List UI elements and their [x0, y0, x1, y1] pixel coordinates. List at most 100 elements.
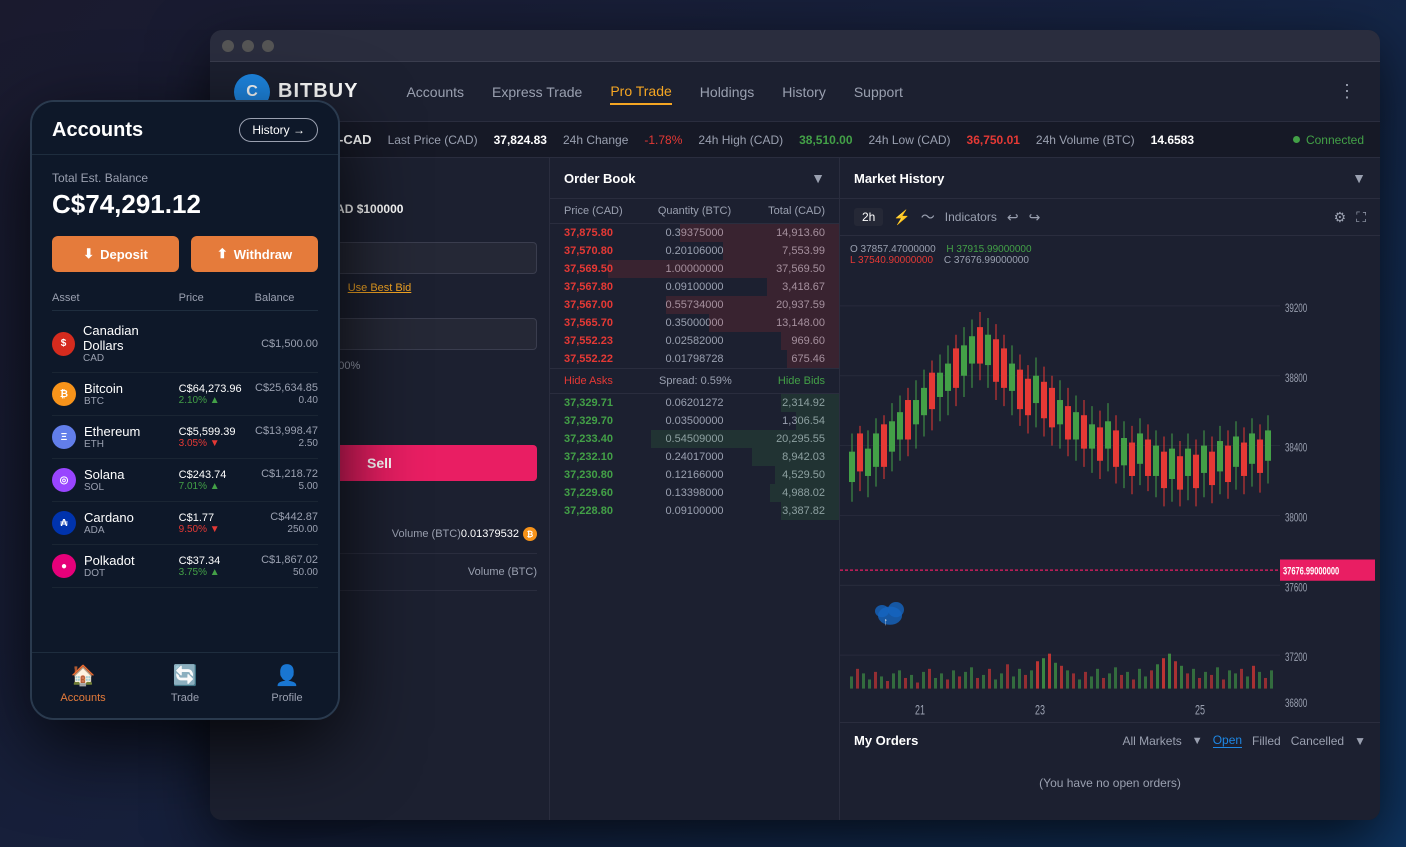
chart-wave-icon[interactable]: 〜 — [921, 207, 935, 227]
ob-col-qty: Quantity (BTC) — [651, 205, 738, 217]
nav-link-history[interactable]: History — [782, 80, 826, 104]
ada-change: 9.50% ▼ — [179, 524, 255, 535]
bid-price-4: 37,232.10 — [564, 451, 651, 463]
accounts-nav-label: Accounts — [60, 692, 105, 704]
my-orders-header: My Orders All Markets ▼ Open Filled Canc… — [854, 733, 1366, 748]
ohlc-high: H 37915.99000000 — [946, 244, 1031, 255]
chart-undo-icon[interactable]: ↩ — [1007, 209, 1019, 226]
ticker-last-price-label: Last Price (CAD) — [388, 133, 478, 147]
mobile-app-overlay: Accounts History → Total Est. Balance C$… — [30, 100, 340, 720]
svg-text:37676.99000000: 37676.99000000 — [1283, 565, 1339, 578]
chart-area: O 37857.47000000 H 37915.99000000 L 3754… — [840, 236, 1380, 722]
chart-fullscreen-icon[interactable]: ⛶ — [1356, 209, 1366, 226]
mobile-app-title: Accounts — [52, 119, 143, 142]
mobile-nav-trade[interactable]: 🔄 Trade — [134, 663, 236, 704]
svg-text:37200: 37200 — [1285, 652, 1307, 665]
btc-price: C$64,273.96 — [179, 383, 255, 395]
nav-link-pro-trade[interactable]: Pro Trade — [610, 79, 671, 105]
chart-chevron-icon[interactable]: ▼ — [1352, 170, 1366, 186]
nav-more-icon[interactable]: ⋮ — [1338, 81, 1356, 102]
withdraw-icon: ⬆ — [217, 246, 228, 262]
mobile-history-button[interactable]: History → — [239, 118, 318, 142]
volume-label-1: Volume (BTC) — [392, 528, 461, 540]
chart-title: Market History — [854, 171, 944, 186]
ada-symbol: ADA — [84, 525, 134, 536]
all-markets-btn[interactable]: All Markets — [1122, 734, 1181, 748]
ohlc-open: O 37857.47000000 — [850, 244, 936, 255]
ada-price-col: C$1.77 9.50% ▼ — [179, 512, 255, 535]
ada-icon: ₳ — [52, 511, 76, 535]
order-book-header: Order Book ▼ — [550, 158, 839, 199]
profile-nav-label: Profile — [271, 692, 302, 704]
chart-redo-icon[interactable]: ↪ — [1029, 209, 1041, 226]
mobile-withdraw-button[interactable]: ⬆ Withdraw — [191, 236, 318, 272]
svg-text:39200: 39200 — [1285, 302, 1307, 315]
ticker-last-price: 37,824.83 — [494, 133, 547, 147]
bid-price-5: 37,230.80 — [564, 469, 651, 481]
nav-link-holdings[interactable]: Holdings — [700, 80, 754, 104]
asset-row-btc: ₿ Bitcoin BTC C$64,273.96 2.10% ▲ C$25,6… — [52, 373, 318, 416]
eth-symbol: ETH — [84, 439, 140, 450]
dot-name: Polkadot — [84, 553, 135, 568]
chart-panel: Market History ▼ 2h ⚡ 〜 Indicators ↩ ↪ ⚙… — [840, 158, 1380, 820]
indicators-label: Indicators — [945, 210, 997, 224]
volume-row-1: Volume (BTC) 0.01379532 ₿ — [392, 521, 537, 547]
main-content: Limit Market Purchase Limit i CAD $10000… — [210, 158, 1380, 820]
asset-info-dot: ● Polkadot DOT — [52, 553, 179, 579]
bid-row-3: 37,233.40 0.54509000 20,295.55 — [550, 430, 839, 448]
svg-text:36800: 36800 — [1285, 697, 1307, 710]
ask-row-3: 37,569.50 1.00000000 37,569.50 — [550, 260, 839, 278]
my-orders-section: My Orders All Markets ▼ Open Filled Canc… — [840, 722, 1380, 820]
mobile-nav-accounts[interactable]: 🏠 Accounts — [32, 663, 134, 704]
asset-info-ada: ₳ Cardano ADA — [52, 510, 179, 536]
ask-qty-8: 0.01798728 — [651, 353, 738, 365]
btc-price-col: C$64,273.96 2.10% ▲ — [179, 383, 255, 406]
orders-tab-filled[interactable]: Filled — [1252, 734, 1281, 748]
order-book-chevron-icon[interactable]: ▼ — [811, 170, 825, 186]
asset-row-ada: ₳ Cardano ADA C$1.77 9.50% ▼ C$442.87250… — [52, 502, 318, 545]
eth-price: C$5,599.39 — [179, 426, 255, 438]
ask-row-4: 37,567.80 0.09100000 3,418.67 — [550, 278, 839, 296]
bid-price-3: 37,233.40 — [564, 433, 651, 445]
eth-name: Ethereum — [84, 424, 140, 439]
ask-price-4: 37,567.80 — [564, 281, 651, 293]
spread-row: Hide Asks Spread: 0.59% Hide Bids — [550, 368, 839, 394]
svg-text:37600: 37600 — [1285, 582, 1307, 595]
orders-tab-cancelled[interactable]: Cancelled — [1291, 734, 1344, 748]
browser-titlebar — [210, 30, 1380, 62]
ask-row-6: 37,565.70 0.35000000 13,148.00 — [550, 314, 839, 332]
bid-qty-6: 0.13398000 — [651, 487, 738, 499]
eth-icon: Ξ — [52, 425, 76, 449]
nav-link-accounts[interactable]: Accounts — [406, 80, 464, 104]
hide-bids-btn[interactable]: Hide Bids — [778, 375, 825, 387]
mobile-withdraw-label: Withdraw — [234, 247, 292, 262]
volume-row-2: Volume (BTC) — [468, 560, 537, 584]
chart-time-btn[interactable]: 2h — [854, 208, 883, 226]
svg-text:↑: ↑ — [884, 615, 887, 627]
deposit-icon: ⬇ — [83, 246, 94, 262]
chart-settings-icon[interactable]: ⚙ — [1334, 209, 1347, 226]
mobile-body: Total Est. Balance C$74,291.12 ⬇ Deposit… — [32, 155, 338, 604]
svg-text:38000: 38000 — [1285, 512, 1307, 525]
col-asset: Asset — [52, 292, 179, 304]
chart-type-icon[interactable]: ⚡ — [893, 209, 910, 226]
chart-ohlc: O 37857.47000000 H 37915.99000000 L 3754… — [850, 244, 1032, 266]
orderbook-headers: Price (CAD) Quantity (BTC) Total (CAD) — [550, 199, 839, 224]
mobile-nav-profile[interactable]: 👤 Profile — [236, 663, 338, 704]
volume-value-1: 0.01379532 ₿ — [461, 527, 537, 541]
hide-asks-btn[interactable]: Hide Asks — [564, 375, 613, 387]
connection-status: Connected — [1293, 133, 1364, 147]
nav-link-support[interactable]: Support — [854, 80, 903, 104]
ask-price-8: 37,552.22 — [564, 353, 651, 365]
ticker-change: -1.78% — [644, 133, 682, 147]
mobile-deposit-button[interactable]: ⬇ Deposit — [52, 236, 179, 272]
bid-qty-2: 0.03500000 — [651, 415, 738, 427]
bid-price-1: 37,329.71 — [564, 397, 651, 409]
orders-filters: All Markets ▼ Open Filled Cancelled ▼ — [1122, 733, 1366, 748]
btc-change: 2.10% ▲ — [179, 395, 255, 406]
indicators-btn[interactable]: Indicators — [945, 210, 997, 224]
ticker-change-label: 24h Change — [563, 133, 628, 147]
orders-tab-open[interactable]: Open — [1213, 733, 1242, 748]
nav-link-express-trade[interactable]: Express Trade — [492, 80, 582, 104]
bid-row-2: 37,329.70 0.03500000 1,306.54 — [550, 412, 839, 430]
